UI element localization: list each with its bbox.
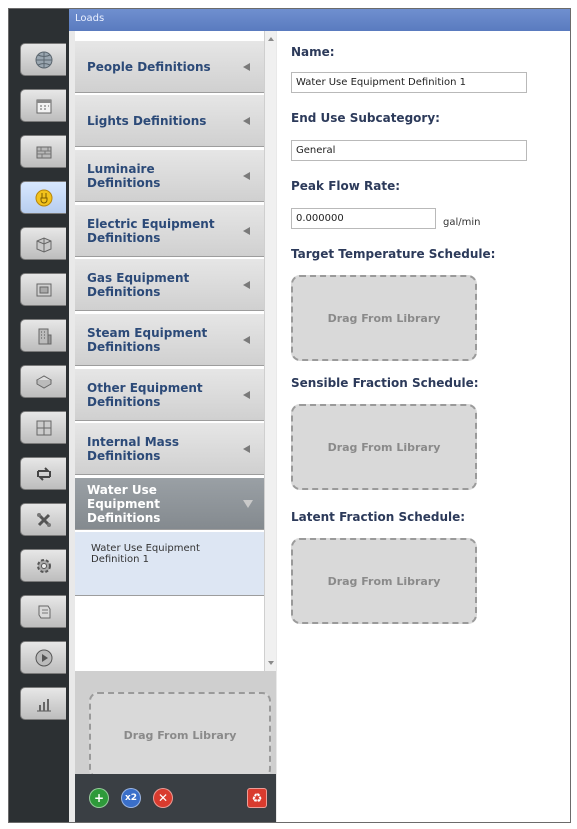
- tab-hvac-systems[interactable]: [20, 457, 66, 490]
- peak-flow-rate-field[interactable]: 0.000000: [291, 208, 436, 229]
- purge-button[interactable]: ♻: [247, 788, 267, 808]
- category-electric-equipment-definitions[interactable]: Electric Equipment Definitions: [75, 205, 264, 257]
- category-label: People Definitions: [87, 60, 211, 74]
- add-button[interactable]: +: [89, 788, 109, 808]
- category-other-equipment-definitions[interactable]: Other Equipment Definitions: [75, 369, 264, 421]
- expand-arrow-icon: [243, 117, 250, 125]
- list-scrollbar[interactable]: [264, 31, 276, 671]
- scroll-down-icon[interactable]: [268, 661, 274, 665]
- drag-from-library-dropzone[interactable]: Drag From Library: [89, 692, 271, 778]
- tab-thermal-zones[interactable]: [20, 411, 66, 444]
- category-label: Steam Equipment Definitions: [87, 326, 208, 354]
- category-steam-equipment-definitions[interactable]: Steam Equipment Definitions: [75, 314, 264, 366]
- tab-facility[interactable]: [20, 319, 66, 352]
- tab-space-types[interactable]: [20, 227, 66, 260]
- tab-spaces[interactable]: [20, 365, 66, 398]
- tab-run-simulation[interactable]: [20, 641, 66, 674]
- name-label: Name:: [291, 45, 335, 59]
- end-use-subcategory-field[interactable]: General: [291, 140, 527, 161]
- list-item[interactable]: Water Use Equipment Definition 1: [75, 532, 264, 596]
- dropzone-label: Drag From Library: [327, 440, 441, 454]
- copy-icon: x2: [124, 793, 138, 803]
- copy-button[interactable]: x2: [121, 788, 141, 808]
- list-toolbar: + x2 ✕ ♻: [75, 774, 276, 822]
- expand-arrow-icon: [243, 63, 250, 71]
- variables-icon: [34, 510, 54, 530]
- tab-results[interactable]: [20, 687, 66, 720]
- name-field[interactable]: Water Use Equipment Definition 1: [291, 72, 527, 93]
- inspector-panel: Name: Water Use Equipment Definition 1 E…: [277, 31, 570, 822]
- category-label: Lights Definitions: [87, 114, 207, 128]
- sensible-fraction-schedule-label: Sensible Fraction Schedule:: [291, 376, 479, 390]
- end-use-subcategory-label: End Use Subcategory:: [291, 111, 440, 125]
- globe-icon: [34, 50, 54, 70]
- loads-window: Loads People Definitions Lights Definiti…: [8, 8, 571, 823]
- bar-chart-icon: [34, 694, 54, 714]
- space-types-icon: [34, 234, 54, 254]
- vertical-tab-rail: [9, 9, 69, 822]
- expand-arrow-icon: [243, 391, 250, 399]
- expand-arrow-icon: [243, 227, 250, 235]
- list-item-label: Water Use Equipment Definition 1: [91, 543, 200, 565]
- scripts-icon: [34, 602, 54, 622]
- hvac-systems-icon: [34, 464, 54, 484]
- category-lights-definitions[interactable]: Lights Definitions: [75, 95, 264, 147]
- category-label: Electric Equipment Definitions: [87, 217, 215, 245]
- spaces-icon: [34, 372, 54, 392]
- remove-button[interactable]: ✕: [153, 788, 173, 808]
- category-gas-equipment-definitions[interactable]: Gas Equipment Definitions: [75, 259, 264, 311]
- target-temperature-schedule-label: Target Temperature Schedule:: [291, 247, 496, 261]
- tab-geometry[interactable]: [20, 273, 66, 306]
- expand-arrow-icon: [243, 281, 250, 289]
- category-internal-mass-definitions[interactable]: Internal Mass Definitions: [75, 423, 264, 475]
- latent-fraction-schedule-label: Latent Fraction Schedule:: [291, 510, 466, 524]
- dropzone-label: Drag From Library: [123, 728, 237, 742]
- category-label: Internal Mass Definitions: [87, 435, 180, 463]
- loads-icon: [34, 188, 54, 208]
- collapse-arrow-icon: [243, 500, 253, 508]
- category-label: Gas Equipment Definitions: [87, 271, 190, 299]
- category-water-use-equipment-definitions[interactable]: Water Use Equipment Definitions: [75, 478, 264, 530]
- tab-schedules[interactable]: [20, 89, 66, 122]
- thermal-zones-icon: [34, 418, 54, 438]
- peak-flow-unit: gal/min: [443, 217, 481, 228]
- peak-flow-rate-label: Peak Flow Rate:: [291, 179, 401, 193]
- category-luminaire-definitions[interactable]: Luminaire Definitions: [75, 150, 264, 202]
- facility-icon: [34, 326, 54, 346]
- expand-arrow-icon: [243, 336, 250, 344]
- geometry-icon: [34, 280, 54, 300]
- target-temperature-schedule-dropzone[interactable]: Drag From Library: [291, 275, 477, 361]
- title-bar: Loads: [69, 9, 570, 31]
- category-list-panel: People Definitions Lights Definitions Lu…: [75, 31, 276, 822]
- tab-constructions[interactable]: [20, 135, 66, 168]
- sensible-fraction-schedule-dropzone[interactable]: Drag From Library: [291, 404, 477, 490]
- latent-fraction-schedule-dropzone[interactable]: Drag From Library: [291, 538, 477, 624]
- calendar-icon: [34, 96, 54, 116]
- close-icon: ✕: [157, 791, 169, 805]
- tab-loads[interactable]: [20, 181, 66, 214]
- tab-simulation-settings[interactable]: [20, 549, 66, 582]
- category-label: Other Equipment Definitions: [87, 381, 203, 409]
- expand-arrow-icon: [243, 172, 250, 180]
- recycle-icon: ♻: [251, 791, 263, 805]
- dropzone-label: Drag From Library: [327, 311, 441, 325]
- category-people-definitions[interactable]: People Definitions: [75, 41, 264, 93]
- scroll-up-icon[interactable]: [268, 37, 274, 41]
- category-label: Water Use Equipment Definitions: [87, 483, 161, 525]
- expand-arrow-icon: [243, 445, 250, 453]
- plus-icon: +: [93, 791, 105, 805]
- window-title: Loads: [75, 13, 105, 24]
- play-icon: [34, 648, 54, 668]
- library-drop-area: Drag From Library: [75, 671, 276, 778]
- constructions-icon: [34, 142, 54, 162]
- dropzone-label: Drag From Library: [327, 574, 441, 588]
- gear-icon: [34, 556, 54, 576]
- tab-scripts[interactable]: [20, 595, 66, 628]
- tab-variables[interactable]: [20, 503, 66, 536]
- tab-site[interactable]: [20, 43, 66, 76]
- category-label: Luminaire Definitions: [87, 162, 161, 190]
